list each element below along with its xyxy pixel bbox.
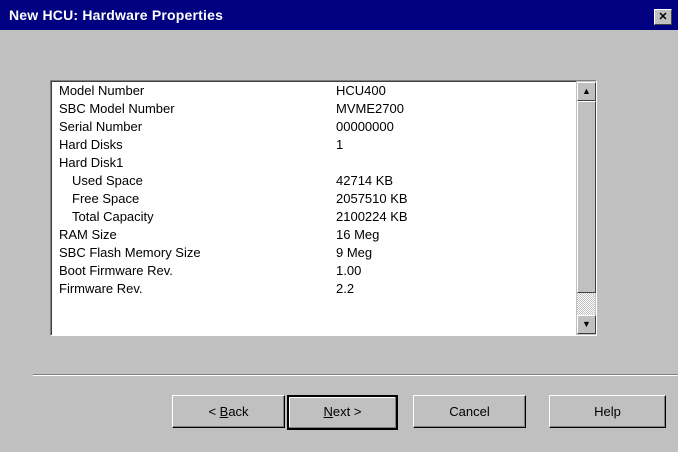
property-label: Used Space [72, 173, 143, 188]
back-button[interactable]: < Back [172, 395, 285, 428]
property-label: Free Space [72, 191, 140, 206]
vertical-scrollbar[interactable]: ▲ ▼ [576, 81, 596, 335]
cancel-label: Cancel [449, 404, 490, 419]
property-value: 00000000 [336, 119, 394, 134]
help-label: Help [594, 404, 621, 419]
back-label-prefix: < [208, 404, 220, 419]
scroll-track[interactable] [577, 293, 595, 315]
property-label: Boot Firmware Rev. [59, 263, 173, 278]
property-value: 2.2 [336, 281, 355, 296]
arrow-up-icon: ▲ [582, 86, 591, 96]
property-value: 2100224 KB [336, 209, 408, 224]
property-label: Total Capacity [72, 209, 154, 224]
back-label-rest: ack [228, 404, 249, 419]
separator [33, 374, 678, 376]
list-item: Total Capacity 2100224 KB [59, 208, 569, 226]
list-item: RAM Size 16 Meg [59, 226, 569, 244]
title-bar: New HCU: Hardware Properties ✕ [0, 0, 678, 30]
scroll-up-button[interactable]: ▲ [577, 82, 596, 101]
arrow-down-icon: ▼ [582, 319, 591, 329]
close-icon: ✕ [658, 11, 668, 23]
property-value: 1.00 [336, 263, 362, 278]
list-item: Hard Disk1 [59, 154, 569, 172]
properties-list[interactable]: Model Number HCU400 SBC Model Number MVME2… [50, 80, 597, 336]
list-item: Used Space 42714 KB [59, 172, 569, 190]
property-label: Hard Disk1 [59, 155, 124, 170]
property-value: 9 Meg [336, 245, 373, 260]
scroll-thumb[interactable] [577, 101, 596, 293]
property-value: 2057510 KB [336, 191, 408, 206]
help-button[interactable]: Help [549, 395, 666, 428]
list-item: Free Space 2057510 KB [59, 190, 569, 208]
window-title: New HCU: Hardware Properties [9, 7, 224, 23]
close-button[interactable]: ✕ [654, 9, 672, 25]
property-label: Model Number [59, 83, 145, 98]
next-mnemonic: N [323, 404, 333, 419]
scroll-down-button[interactable]: ▼ [577, 315, 596, 334]
property-label: SBC Model Number [59, 101, 175, 116]
property-label: Firmware Rev. [59, 281, 143, 296]
property-label: Hard Disks [59, 137, 123, 152]
property-value: 42714 KB [336, 173, 394, 188]
properties-rows: Model Number HCU400 SBC Model Number MVME2… [59, 82, 569, 298]
next-button[interactable]: Next > [287, 395, 398, 430]
cancel-button[interactable]: Cancel [413, 395, 526, 428]
property-value: HCU400 [336, 83, 386, 98]
list-item: Hard Disks 1 [59, 136, 569, 154]
property-label: RAM Size [59, 227, 117, 242]
property-label: Serial Number [59, 119, 143, 134]
list-item: Boot Firmware Rev. 1.00 [59, 262, 569, 280]
property-value: MVME2700 [336, 101, 404, 116]
property-value: 16 Meg [336, 227, 380, 242]
list-item: Serial Number 00000000 [59, 118, 569, 136]
next-label-rest: ext > [332, 404, 362, 419]
list-item: SBC Model Number MVME2700 [59, 100, 569, 118]
list-item: Model Number HCU400 [59, 82, 569, 100]
property-label: SBC Flash Memory Size [59, 245, 201, 260]
list-item: SBC Flash Memory Size 9 Meg [59, 244, 569, 262]
property-value: 1 [336, 137, 344, 152]
list-item: Firmware Rev. 2.2 [59, 280, 569, 298]
